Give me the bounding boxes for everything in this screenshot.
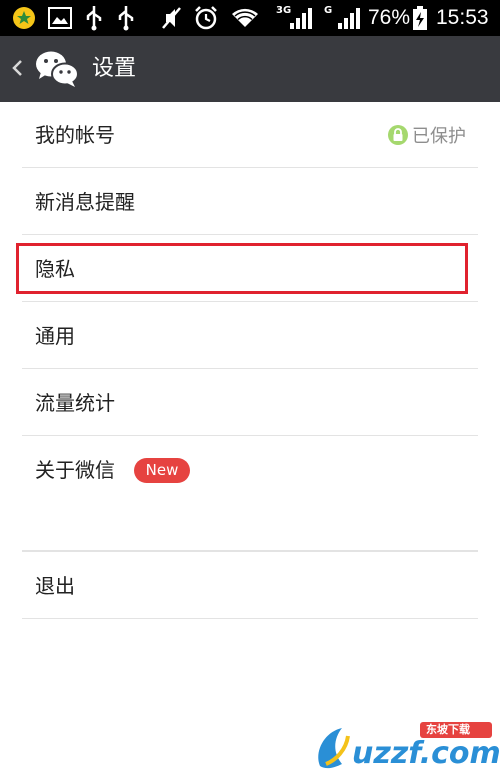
wechat-icon [36,51,79,87]
new-badge: New [134,458,190,483]
highlight-box [16,243,468,294]
usb-icon [114,0,138,36]
mute-icon [158,0,184,36]
clock-text: 15:53 [436,6,489,29]
status-bar: 3G G 76% 15:53 [0,0,500,36]
account-protection-status: 已保护 [388,102,466,168]
page-title: 设置 [92,56,137,81]
protection-status-text: 已保护 [412,126,466,147]
settings-item-notifications[interactable]: 新消息提醒 [22,169,478,235]
alarm-icon [192,0,220,36]
watermark-logo: 东坡下载 uzzf.com [312,716,500,776]
chevron-left-icon [12,60,22,76]
lock-icon [388,125,408,145]
settings-item-label: 新消息提醒 [35,190,135,214]
settings-item-data-usage[interactable]: 流量统计 [22,370,478,436]
settings-item-label: 通用 [35,324,75,348]
settings-item-label: 关于微信 [35,458,115,482]
image-icon [46,0,74,36]
signal-g-icon: G [322,0,362,36]
app-notification-icon [10,0,38,36]
settings-item-account[interactable]: 我的帐号 已保护 [22,102,478,168]
settings-item-label: 我的帐号 [35,123,115,147]
settings-item-label: 流量统计 [35,391,115,415]
signal-3g-icon: 3G [274,0,314,36]
clock: 15:53 [436,0,489,36]
settings-item-label: 退出 [35,574,75,598]
watermark-text: uzzf.com [352,736,500,771]
back-button[interactable] [0,36,86,102]
usb-icon [82,0,106,36]
settings-item-general[interactable]: 通用 [22,303,478,369]
battery-charging-icon [412,0,428,36]
settings-item-about[interactable]: 关于微信 New [22,437,478,503]
battery-percent: 76% [368,6,411,29]
section-divider [22,550,478,552]
action-bar: 设置 [0,36,500,102]
wifi-icon [230,0,260,36]
settings-item-logout[interactable]: 退出 [22,553,478,619]
battery-status: 76% [368,0,410,36]
